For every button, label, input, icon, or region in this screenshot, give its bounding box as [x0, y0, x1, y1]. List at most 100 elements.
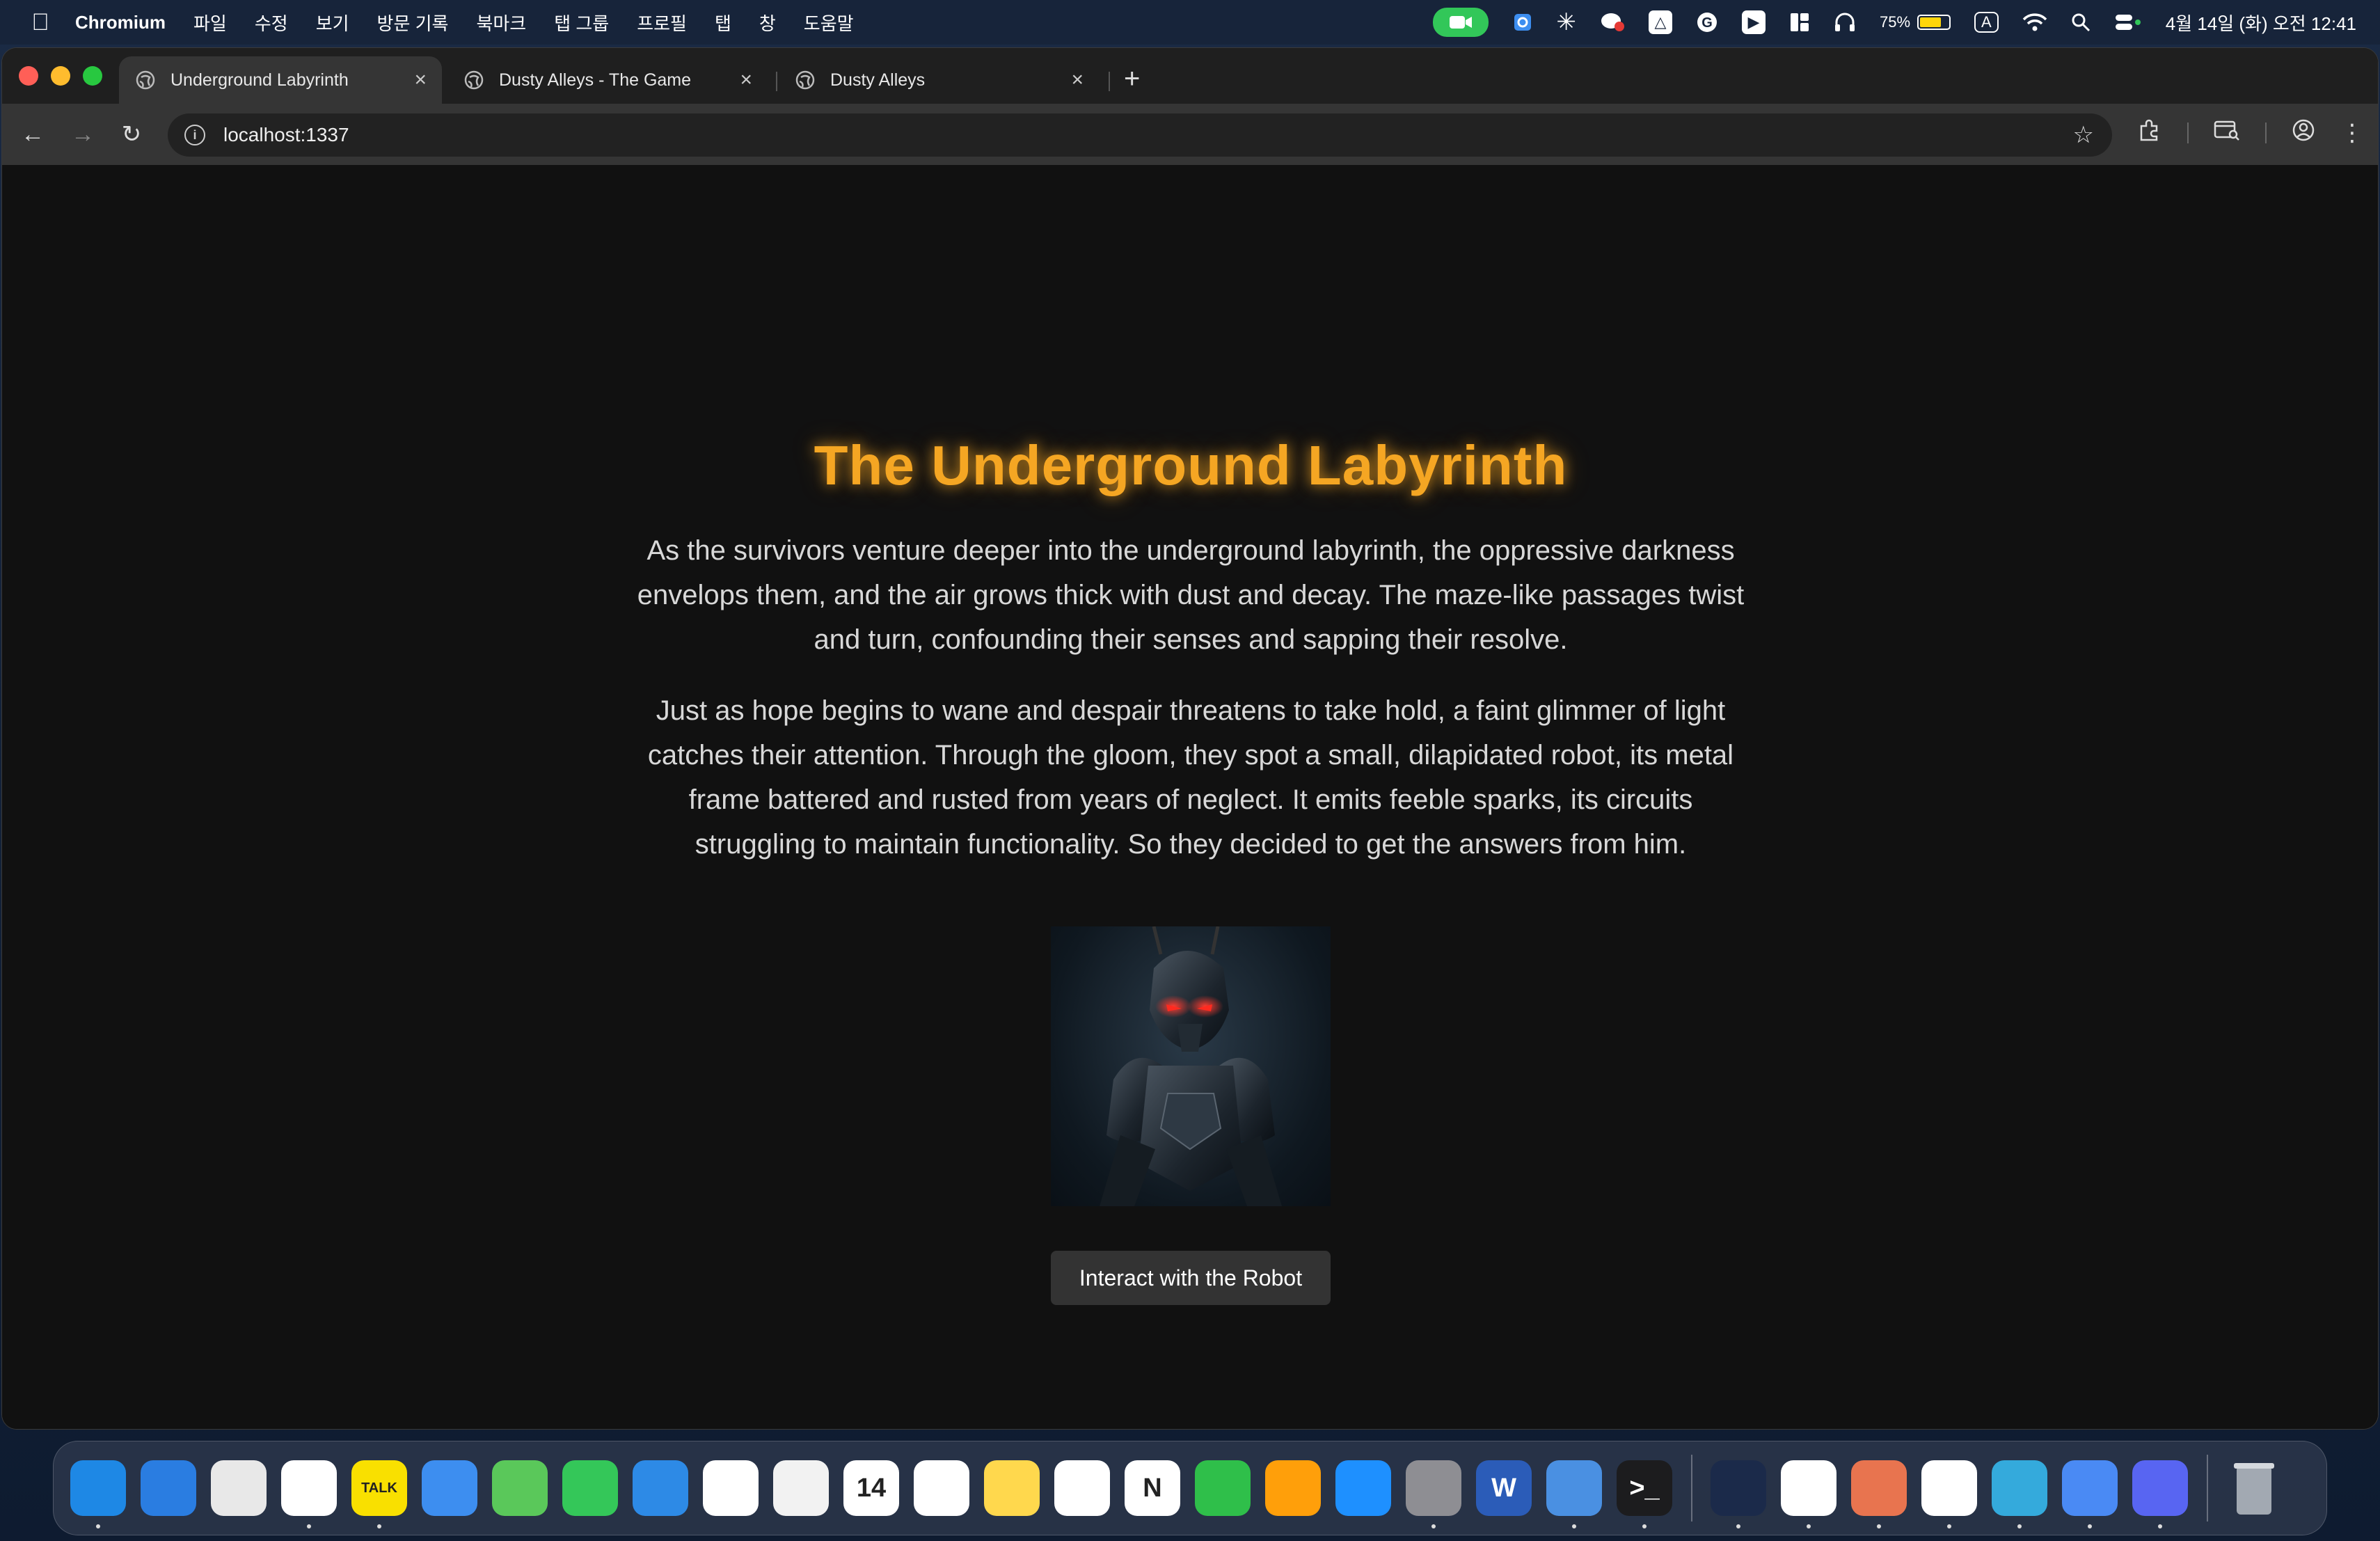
new-tab-button[interactable]: + — [1124, 63, 1140, 95]
chromium-icon[interactable] — [2062, 1460, 2118, 1528]
tab-close-icon[interactable]: × — [740, 68, 752, 92]
dock-icon-label: >_ — [1629, 1473, 1660, 1503]
drive-app-icon[interactable]: △ — [1649, 10, 1672, 34]
menu-tab[interactable]: 탭 — [715, 10, 731, 35]
window-controls — [19, 66, 102, 86]
tab-strip: Underground Labyrinth × Dusty Alleys - T… — [2, 48, 2378, 104]
url-text[interactable]: localhost:1337 — [223, 124, 349, 146]
svg-text:G: G — [1701, 15, 1713, 31]
keynote-icon[interactable] — [633, 1460, 688, 1516]
battery-icon[interactable] — [1917, 15, 1951, 30]
vscode-icon[interactable] — [1781, 1460, 1836, 1528]
xcode-store-icon[interactable] — [1921, 1460, 1977, 1528]
site-info-icon[interactable]: i — [184, 125, 205, 145]
app-menu[interactable]: Chromium — [75, 12, 166, 33]
menu-window[interactable]: 창 — [759, 10, 776, 35]
launchpad-icon[interactable] — [211, 1460, 267, 1516]
calendar-icon[interactable]: 14 — [843, 1460, 899, 1516]
wifi-icon[interactable] — [2022, 13, 2047, 32]
close-window-button[interactable] — [19, 66, 38, 86]
menu-clock[interactable]: 4월 14일 (화) 오전 12:41 — [2166, 10, 2356, 35]
layout-app-icon[interactable] — [1789, 12, 1810, 33]
status-area: ✳ △ G ▶ 75% A 4월 14일 (화) 오전 12:41 — [1409, 8, 2356, 37]
shield-app-icon[interactable] — [1512, 12, 1533, 33]
tab-dusty-alleys-the-game[interactable]: Dusty Alleys - The Game × — [447, 56, 768, 104]
menu-bookmarks[interactable]: 북마크 — [476, 10, 526, 35]
sparkle-icon[interactable]: ✳ — [1557, 8, 1577, 36]
tab-close-icon[interactable]: × — [1071, 68, 1084, 92]
bookmark-star-icon[interactable]: ☆ — [2073, 121, 2094, 149]
chat-app-icon[interactable] — [1600, 11, 1625, 33]
facetime-icon[interactable] — [562, 1460, 618, 1516]
reload-icon[interactable]: ↻ — [116, 119, 147, 150]
running-indicator — [1572, 1524, 1576, 1528]
simulator-icon[interactable] — [1546, 1460, 1602, 1528]
story-paragraph-1: As the survivors venture deeper into the… — [637, 535, 1745, 655]
extensions-puzzle-icon[interactable] — [2137, 118, 2162, 148]
menu-file[interactable]: 파일 — [193, 10, 227, 35]
app-store-icon[interactable] — [1335, 1460, 1391, 1516]
finder-icon[interactable] — [70, 1460, 126, 1528]
discord-icon[interactable] — [2132, 1460, 2188, 1528]
back-arrow-icon[interactable]: ← — [17, 119, 48, 150]
headphones-icon[interactable] — [1834, 12, 1856, 33]
kakaotalk-icon[interactable]: TALK — [351, 1460, 407, 1528]
trash-icon[interactable] — [2226, 1460, 2282, 1516]
notion-icon[interactable]: N — [1125, 1460, 1180, 1516]
menu-edit[interactable]: 수정 — [255, 10, 288, 35]
tab-dusty-alleys[interactable]: Dusty Alleys × — [779, 56, 1099, 104]
menu-history[interactable]: 방문 기록 — [377, 10, 449, 35]
pages-icon[interactable] — [1265, 1460, 1321, 1516]
forward-arrow-icon[interactable]: → — [68, 119, 98, 150]
globe-icon — [136, 70, 155, 90]
more-menu-icon[interactable]: ⋮ — [2340, 119, 2364, 147]
mail-icon[interactable] — [422, 1460, 477, 1516]
dock-divider — [1691, 1455, 1692, 1522]
menu-tab-groups[interactable]: 탭 그룹 — [554, 10, 609, 35]
dock-icon-label: N — [1143, 1473, 1162, 1503]
tab-close-icon[interactable]: × — [414, 68, 427, 92]
robot-image — [1051, 926, 1331, 1206]
dock: TALK 14 N W >_ — [53, 1441, 2327, 1535]
browser-toolbar: ← → ↻ i localhost:1337 ☆ ⋮ — [2, 104, 2378, 165]
story-paragraph-2: Just as hope begins to wane and despair … — [647, 695, 1734, 860]
notes-icon[interactable] — [984, 1460, 1040, 1516]
dock-divider — [2207, 1455, 2208, 1522]
profile-avatar-icon[interactable] — [2292, 118, 2315, 148]
reminders-icon[interactable] — [914, 1460, 969, 1516]
music-icon[interactable] — [773, 1460, 829, 1516]
address-bar[interactable]: i localhost:1337 ☆ — [168, 113, 2112, 157]
claude-icon[interactable] — [1851, 1460, 1907, 1528]
word-icon[interactable]: W — [1476, 1460, 1532, 1516]
interact-robot-button[interactable]: Interact with the Robot — [1051, 1251, 1331, 1305]
input-source-indicator[interactable]: A — [1974, 12, 1999, 33]
minimize-window-button[interactable] — [51, 66, 70, 86]
maps-icon[interactable] — [492, 1460, 548, 1516]
zoom-window-button[interactable] — [83, 66, 102, 86]
running-indicator — [307, 1524, 311, 1528]
arc-icon[interactable] — [1711, 1460, 1766, 1528]
globe-icon — [464, 70, 484, 90]
chrome-icon[interactable] — [281, 1460, 337, 1528]
reeder-icon[interactable] — [1992, 1460, 2047, 1528]
menu-view[interactable]: 보기 — [316, 10, 349, 35]
spotlight-search-icon[interactable] — [2071, 13, 2091, 32]
grammar-app-icon[interactable]: G — [1696, 11, 1718, 33]
running-indicator — [377, 1524, 381, 1528]
safari-icon[interactable] — [141, 1460, 196, 1516]
tab-underground-labyrinth[interactable]: Underground Labyrinth × — [119, 56, 442, 104]
toolbar-divider — [2187, 123, 2189, 143]
reading-list-icon[interactable] — [2214, 119, 2240, 147]
video-camera-icon[interactable] — [1432, 8, 1489, 37]
photos-icon[interactable] — [703, 1460, 759, 1516]
menu-help[interactable]: 도움말 — [804, 10, 854, 35]
menu-profiles[interactable]: 프로필 — [637, 10, 687, 35]
freeform-icon[interactable] — [1054, 1460, 1110, 1516]
control-center-icon[interactable] — [2114, 13, 2142, 32]
terminal-icon[interactable]: >_ — [1617, 1460, 1672, 1528]
apple-menu-icon[interactable]:  — [26, 9, 54, 36]
play-app-icon[interactable]: ▶ — [1742, 10, 1766, 34]
numbers-icon[interactable] — [1195, 1460, 1251, 1516]
browser-window: Underground Labyrinth × Dusty Alleys - T… — [1, 47, 2379, 1430]
system-settings-icon[interactable] — [1406, 1460, 1461, 1528]
